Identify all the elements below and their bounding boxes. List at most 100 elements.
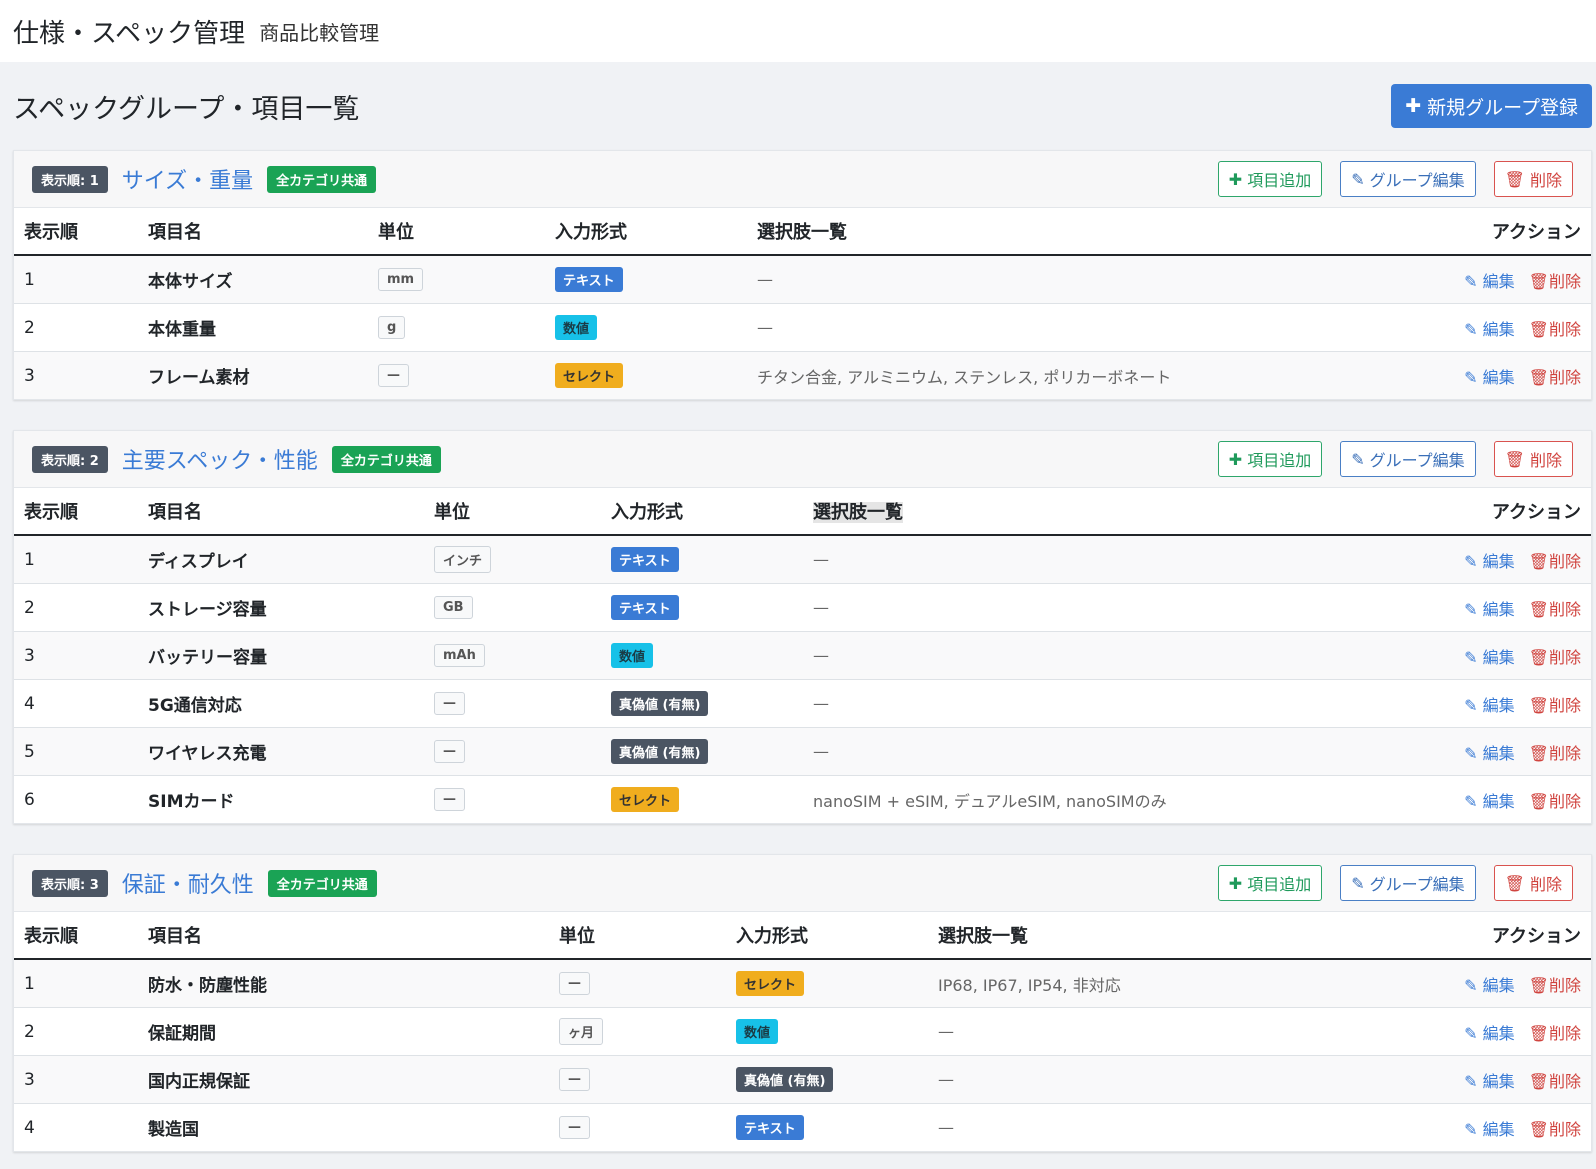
delete-item-link[interactable]: 🗑削除: [1529, 976, 1581, 995]
column-header-unit: 単位: [368, 208, 545, 256]
edit-item-label: 編集: [1482, 367, 1515, 387]
edit-item-label: 編集: [1482, 271, 1515, 291]
delete-group-button[interactable]: 🗑 削除: [1493, 865, 1573, 901]
unit-badge: —: [434, 788, 465, 811]
edit-item-link[interactable]: ✎ 編集: [1464, 600, 1515, 619]
column-header-label: 表示順: [24, 222, 78, 243]
table-row: 5 ワイヤレス充電 — 真偽値 (有無) — ✎ 編集 🗑削除: [14, 727, 1591, 776]
column-header-name: 項目名: [138, 488, 424, 536]
column-header-action: アクション: [1371, 208, 1591, 256]
delete-item-link[interactable]: 🗑削除: [1529, 600, 1581, 619]
item-name: SIMカード: [148, 792, 235, 812]
edit-group-button[interactable]: ✎ グループ編集: [1340, 865, 1476, 901]
delete-item-label: 削除: [1548, 647, 1581, 667]
item-type-cell: テキスト: [601, 535, 803, 584]
unit-badge: —: [378, 364, 409, 387]
new-group-label: 新規グループ登録: [1427, 96, 1578, 119]
edit-icon: ✎: [1464, 1023, 1483, 1043]
table-row: 3 国内正規保証 — 真偽値 (有無) — ✎ 編集 🗑削除: [14, 1055, 1591, 1104]
edit-icon: ✎: [1464, 1119, 1483, 1139]
delete-group-button[interactable]: 🗑 削除: [1493, 161, 1573, 197]
item-type-cell: セレクト: [545, 351, 747, 399]
item-options: —: [803, 535, 1371, 584]
edit-item-link[interactable]: ✎ 編集: [1464, 368, 1515, 387]
item-unit-cell: g: [368, 303, 545, 352]
table-row: 1 ディスプレイ インチ テキスト — ✎ 編集 🗑削除: [14, 535, 1591, 584]
trash-icon: 🗑: [1528, 367, 1549, 387]
delete-item-link[interactable]: 🗑削除: [1529, 1024, 1581, 1043]
add-item-label: 項目追加: [1247, 451, 1312, 470]
edit-item-label: 編集: [1482, 1023, 1515, 1043]
page-title: スペックグループ・項目一覧: [13, 93, 360, 125]
delete-item-link[interactable]: 🗑削除: [1529, 272, 1581, 291]
delete-item-label: 削除: [1548, 743, 1581, 763]
edit-group-button[interactable]: ✎ グループ編集: [1340, 441, 1476, 477]
delete-item-label: 削除: [1548, 975, 1581, 995]
edit-item-link[interactable]: ✎ 編集: [1464, 320, 1515, 339]
column-header-label: 入力形式: [611, 502, 683, 523]
column-header-label: 入力形式: [555, 222, 627, 243]
trash-icon: 🗑: [1504, 873, 1525, 893]
trash-icon: 🗑: [1528, 271, 1549, 291]
edit-item-link[interactable]: ✎ 編集: [1464, 1072, 1515, 1091]
unit-badge: インチ: [434, 546, 492, 573]
type-badge: 数値: [736, 1019, 779, 1044]
trash-icon: 🗑: [1528, 599, 1549, 619]
spec-items-table: 表示順 項目名 単位 入力形式 選択肢一覧 アクション 1 本体サイズ mm テキスト — ✎ 編集 🗑…: [14, 208, 1591, 399]
item-order: 1: [14, 959, 138, 1008]
item-name: 国内正規保証: [138, 1055, 549, 1104]
delete-item-link[interactable]: 🗑削除: [1529, 368, 1581, 387]
delete-item-link[interactable]: 🗑削除: [1529, 792, 1581, 811]
top-bar: 仕様・スペック管理 商品比較管理: [0, 0, 1596, 62]
edit-icon: ✎: [1464, 647, 1483, 667]
column-header-action: アクション: [1371, 488, 1591, 536]
plus-icon: ✚: [1228, 873, 1243, 893]
trash-icon: 🗑: [1528, 319, 1549, 339]
item-order: 2: [14, 583, 138, 632]
column-header-label: 表示順: [24, 926, 78, 947]
group-title[interactable]: 主要スペック・性能: [122, 443, 318, 475]
edit-group-button[interactable]: ✎ グループ編集: [1340, 161, 1476, 197]
delete-item-link[interactable]: 🗑削除: [1529, 552, 1581, 571]
add-item-button[interactable]: ✚ 項目追加: [1217, 441, 1323, 477]
group-title[interactable]: サイズ・重量: [122, 163, 253, 195]
edit-item-link[interactable]: ✎ 編集: [1464, 1024, 1515, 1043]
column-header-options: 選択肢一覧: [803, 488, 1371, 536]
delete-group-button[interactable]: 🗑 削除: [1493, 441, 1573, 477]
delete-item-label: 削除: [1548, 695, 1581, 715]
edit-item-link[interactable]: ✎ 編集: [1464, 792, 1515, 811]
group-header: 表示順: 3 保証・耐久性 全カテゴリ共通 ✚ 項目追加 ✎ グループ編集 🗑 削除: [14, 855, 1591, 912]
new-group-button[interactable]: ✚ 新規グループ登録: [1391, 84, 1592, 128]
delete-item-link[interactable]: 🗑削除: [1529, 320, 1581, 339]
group-title[interactable]: 保証・耐久性: [122, 867, 254, 899]
item-actions: ✎ 編集 🗑削除: [1371, 1104, 1591, 1152]
item-name: 防水・防塵性能: [138, 959, 549, 1008]
delete-item-link[interactable]: 🗑削除: [1529, 744, 1581, 763]
edit-item-label: 編集: [1482, 1119, 1515, 1139]
edit-item-link[interactable]: ✎ 編集: [1464, 976, 1515, 995]
edit-item-link[interactable]: ✎ 編集: [1464, 648, 1515, 667]
group-header: 表示順: 2 主要スペック・性能 全カテゴリ共通 ✚ 項目追加 ✎ グループ編集 🗑 削除: [14, 431, 1591, 488]
delete-item-link[interactable]: 🗑削除: [1529, 648, 1581, 667]
delete-item-link[interactable]: 🗑削除: [1529, 1072, 1581, 1091]
edit-item-link[interactable]: ✎ 編集: [1464, 696, 1515, 715]
add-item-button[interactable]: ✚ 項目追加: [1217, 161, 1323, 197]
item-unit-cell: ヶ月: [549, 1007, 726, 1056]
item-type-cell: 数値: [545, 303, 747, 352]
edit-icon: ✎: [1464, 1071, 1483, 1091]
table-row: 4 5G通信対応 — 真偽値 (有無) — ✎ 編集 🗑削除: [14, 679, 1591, 728]
item-name: 保証期間: [138, 1007, 549, 1056]
edit-item-link[interactable]: ✎ 編集: [1464, 272, 1515, 291]
delete-item-link[interactable]: 🗑削除: [1529, 696, 1581, 715]
column-header-label: 選択肢一覧: [757, 222, 847, 243]
edit-item-link[interactable]: ✎ 編集: [1464, 1120, 1515, 1139]
spec-items-table: 表示順 項目名 単位 入力形式 選択肢一覧 アクション 1 ディスプレイ インチ テキスト — ✎ 編…: [14, 488, 1591, 823]
item-type-cell: テキスト: [601, 583, 803, 632]
group-scope-badge: 全カテゴリ共通: [331, 445, 441, 473]
delete-item-label: 削除: [1548, 1023, 1581, 1043]
edit-item-link[interactable]: ✎ 編集: [1464, 744, 1515, 763]
add-item-button[interactable]: ✚ 項目追加: [1217, 865, 1323, 901]
delete-item-link[interactable]: 🗑削除: [1529, 1120, 1581, 1139]
edit-item-link[interactable]: ✎ 編集: [1464, 552, 1515, 571]
item-unit-cell: —: [368, 351, 545, 399]
